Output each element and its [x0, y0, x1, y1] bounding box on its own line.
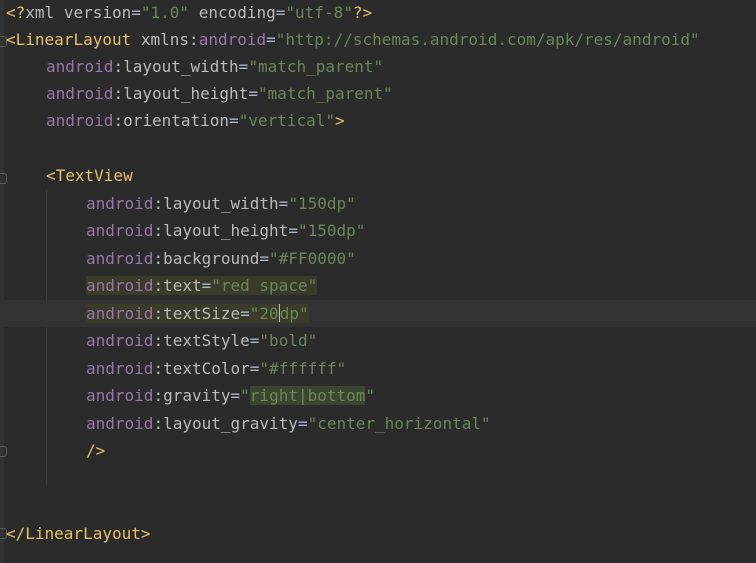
attr-value-before-caret: "20: [249, 304, 279, 323]
tag-name-linearlayout: LinearLayout: [15, 30, 132, 49]
xmlns-attr: xmlns: [140, 30, 190, 49]
attr-name: text: [163, 276, 202, 295]
attr-value: "#FF0000": [269, 249, 356, 268]
code-line[interactable]: android:layout_gravity="center_horizonta…: [0, 410, 756, 437]
code-line[interactable]: android:background="#FF0000": [0, 245, 756, 272]
code-editor[interactable]: <?xml version="1.0" encoding="utf-8"?> <…: [0, 0, 756, 563]
attr-name: textSize: [163, 304, 241, 323]
code-line[interactable]: android:layout_height="150dp": [0, 217, 756, 244]
attr-name: textStyle: [163, 331, 250, 350]
attr-value: "#ffffff": [259, 359, 347, 378]
attr-namespace: android: [86, 249, 154, 268]
xmlns-value: "http://schemas.android.com/apk/res/andr…: [275, 30, 700, 49]
xml-decl-name: xml: [25, 3, 55, 22]
code-line[interactable]: android:layout_height="match_parent": [0, 80, 756, 107]
tag-name-textview: <TextView: [46, 166, 133, 185]
attr-namespace: android: [86, 331, 154, 350]
xml-decl-close: ?>: [352, 3, 373, 22]
tag-close-linearlayout: </LinearLayout>: [6, 524, 151, 543]
attr-namespace: android: [86, 221, 154, 240]
xml-decl-encoding-val: "utf-8": [285, 3, 353, 22]
attr-value: "150dp": [288, 194, 356, 213]
attr-namespace: android: [46, 111, 114, 130]
code-line[interactable]: android:textStyle="bold": [0, 327, 756, 354]
attr-name: layout_height: [123, 84, 249, 103]
code-line[interactable]: android:text="red space": [0, 272, 756, 299]
code-line[interactable]: <?xml version="1.0" encoding="utf-8"?>: [0, 0, 756, 26]
code-line[interactable]: android:textColor="#ffffff": [0, 355, 756, 382]
attr-value: "red space": [211, 276, 318, 295]
attr-name: background: [163, 249, 260, 268]
attr-name: layout_gravity: [163, 414, 298, 433]
attr-value-after-caret: dp": [279, 304, 309, 323]
attr-name: layout_width: [163, 194, 279, 213]
attr-namespace: android: [86, 276, 154, 295]
attr-namespace: android: [46, 84, 114, 103]
code-line[interactable]: android:layout_width="150dp": [0, 190, 756, 217]
attr-name: orientation: [123, 111, 230, 130]
attr-namespace: android: [86, 414, 154, 433]
attr-name: layout_width: [123, 57, 239, 76]
attr-name: gravity: [163, 386, 231, 405]
code-line[interactable]: />: [0, 437, 756, 464]
attr-value: "match_parent": [248, 57, 384, 76]
code-line[interactable]: android:orientation="vertical">: [0, 107, 756, 134]
tag-self-close: />: [86, 441, 106, 460]
attr-value: "center_horizontal": [307, 414, 491, 433]
code-line[interactable]: <LinearLayout xmlns:android="http://sche…: [0, 26, 756, 53]
tag-bracket: <: [6, 30, 16, 49]
xml-decl-open: <?: [6, 3, 26, 22]
attr-namespace: android: [86, 359, 154, 378]
attr-value: "match_parent": [257, 84, 393, 103]
attr-value-highlighted: right|bottom: [249, 386, 366, 405]
attr-value: "150dp": [297, 221, 366, 240]
code-line[interactable]: <TextView: [0, 162, 756, 189]
xmlns-namespace: android: [198, 30, 267, 49]
xml-decl-encoding-attr: encoding: [198, 3, 276, 22]
attr-name: textColor: [163, 359, 250, 378]
code-line[interactable]: </LinearLayout>: [0, 520, 756, 547]
xml-decl-version-val: "1.0": [140, 3, 190, 22]
attr-namespace: android: [46, 57, 114, 76]
attr-namespace: android: [86, 194, 154, 213]
xml-decl-version-attr: version: [63, 3, 132, 22]
code-line[interactable]: android:layout_width="match_parent": [0, 53, 756, 80]
attr-name: layout_height: [163, 221, 289, 240]
attr-value: "vertical": [238, 111, 336, 130]
attr-value: "bold": [259, 331, 318, 350]
code-line-current[interactable]: android:textSize="20dp": [0, 300, 756, 327]
code-line[interactable]: android:gravity="right|bottom": [0, 382, 756, 409]
attr-namespace: android: [86, 304, 154, 323]
attr-namespace: android: [86, 386, 154, 405]
tag-close-bracket: >: [335, 111, 345, 130]
